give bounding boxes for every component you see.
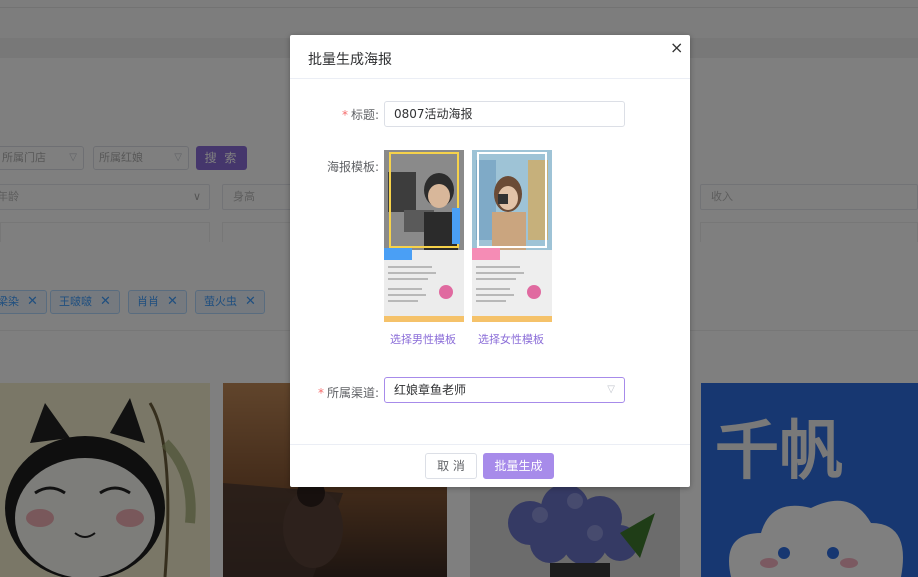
template-label: 海报模板:	[326, 160, 379, 174]
dialog-title: 批量生成海报	[308, 52, 392, 68]
male-template-thumbnail[interactable]	[384, 150, 464, 322]
dialog-footer-divider	[290, 444, 690, 445]
title-label: * 标题:	[341, 108, 379, 122]
cancel-button[interactable]: 取 消	[425, 453, 477, 479]
required-mark: *	[317, 386, 324, 400]
batch-generate-button[interactable]: 批量生成	[483, 453, 554, 479]
required-mark: *	[341, 108, 348, 122]
female-template-thumbnail[interactable]	[472, 150, 552, 322]
select-female-template-link[interactable]: 选择女性模板	[478, 331, 544, 347]
close-icon[interactable]: ×	[670, 38, 683, 57]
title-input[interactable]: 0807活动海报	[384, 101, 625, 127]
dialog-header-divider	[290, 78, 690, 79]
chevron-down-icon: ▽	[607, 384, 615, 395]
channel-label: * 所属渠道:	[317, 386, 379, 400]
select-male-template-link[interactable]: 选择男性模板	[390, 331, 456, 347]
female-poster-image	[472, 150, 552, 322]
male-poster-image	[384, 150, 464, 322]
batch-poster-dialog: 批量生成海报 × * 标题: 0807活动海报 海报模板: 选择男性模板 选择女…	[290, 35, 690, 487]
channel-select[interactable]: 红娘章鱼老师 ▽	[384, 377, 625, 403]
